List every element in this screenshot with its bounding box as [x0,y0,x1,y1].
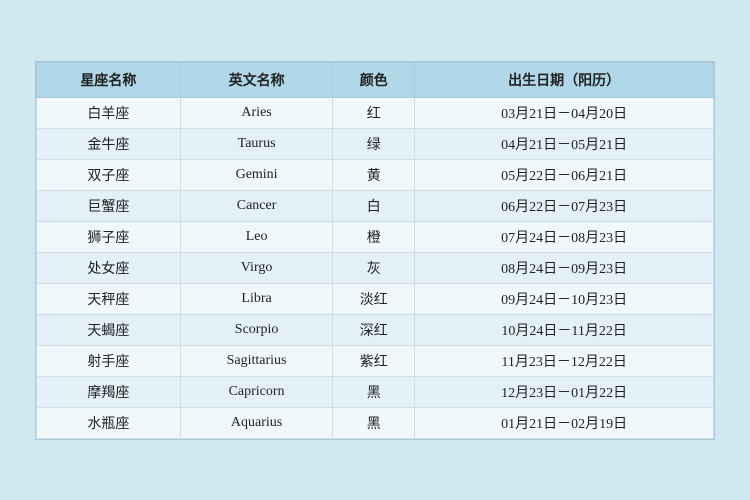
cell-dates: 06月22日－07月23日 [415,190,714,221]
cell-color: 红 [333,97,415,128]
zodiac-table-container: 星座名称 英文名称 颜色 出生日期（阳历） 白羊座Aries红03月21日－04… [35,61,715,440]
cell-dates: 09月24日－10月23日 [415,283,714,314]
cell-english: Cancer [180,190,332,221]
cell-chinese: 双子座 [37,159,181,190]
table-row: 天秤座Libra淡红09月24日－10月23日 [37,283,714,314]
cell-chinese: 射手座 [37,345,181,376]
cell-color: 橙 [333,221,415,252]
cell-color: 白 [333,190,415,221]
table-row: 摩羯座Capricorn黑12月23日－01月22日 [37,376,714,407]
cell-dates: 10月24日－11月22日 [415,314,714,345]
header-english-name: 英文名称 [180,62,332,97]
cell-chinese: 狮子座 [37,221,181,252]
cell-english: Taurus [180,128,332,159]
cell-chinese: 金牛座 [37,128,181,159]
cell-dates: 12月23日－01月22日 [415,376,714,407]
cell-english: Scorpio [180,314,332,345]
cell-english: Capricorn [180,376,332,407]
cell-dates: 05月22日－06月21日 [415,159,714,190]
cell-english: Virgo [180,252,332,283]
cell-chinese: 白羊座 [37,97,181,128]
zodiac-table: 星座名称 英文名称 颜色 出生日期（阳历） 白羊座Aries红03月21日－04… [36,62,714,439]
cell-english: Sagittarius [180,345,332,376]
cell-color: 黄 [333,159,415,190]
header-color: 颜色 [333,62,415,97]
table-row: 天蝎座Scorpio深红10月24日－11月22日 [37,314,714,345]
table-body: 白羊座Aries红03月21日－04月20日金牛座Taurus绿04月21日－0… [37,97,714,438]
table-row: 处女座Virgo灰08月24日－09月23日 [37,252,714,283]
cell-english: Leo [180,221,332,252]
header-dates: 出生日期（阳历） [415,62,714,97]
table-row: 巨蟹座Cancer白06月22日－07月23日 [37,190,714,221]
cell-chinese: 水瓶座 [37,407,181,438]
table-row: 双子座Gemini黄05月22日－06月21日 [37,159,714,190]
cell-chinese: 巨蟹座 [37,190,181,221]
cell-chinese: 天秤座 [37,283,181,314]
cell-english: Libra [180,283,332,314]
cell-dates: 08月24日－09月23日 [415,252,714,283]
cell-dates: 11月23日－12月22日 [415,345,714,376]
table-row: 金牛座Taurus绿04月21日－05月21日 [37,128,714,159]
cell-english: Aquarius [180,407,332,438]
cell-color: 紫红 [333,345,415,376]
cell-chinese: 摩羯座 [37,376,181,407]
table-row: 白羊座Aries红03月21日－04月20日 [37,97,714,128]
cell-chinese: 处女座 [37,252,181,283]
table-header-row: 星座名称 英文名称 颜色 出生日期（阳历） [37,62,714,97]
cell-dates: 07月24日－08月23日 [415,221,714,252]
cell-color: 绿 [333,128,415,159]
cell-dates: 03月21日－04月20日 [415,97,714,128]
table-row: 狮子座Leo橙07月24日－08月23日 [37,221,714,252]
header-chinese-name: 星座名称 [37,62,181,97]
table-row: 水瓶座Aquarius黑01月21日－02月19日 [37,407,714,438]
cell-dates: 01月21日－02月19日 [415,407,714,438]
cell-color: 淡红 [333,283,415,314]
cell-color: 黑 [333,407,415,438]
cell-color: 深红 [333,314,415,345]
cell-dates: 04月21日－05月21日 [415,128,714,159]
cell-color: 黑 [333,376,415,407]
cell-english: Gemini [180,159,332,190]
cell-color: 灰 [333,252,415,283]
table-row: 射手座Sagittarius紫红11月23日－12月22日 [37,345,714,376]
cell-chinese: 天蝎座 [37,314,181,345]
cell-english: Aries [180,97,332,128]
